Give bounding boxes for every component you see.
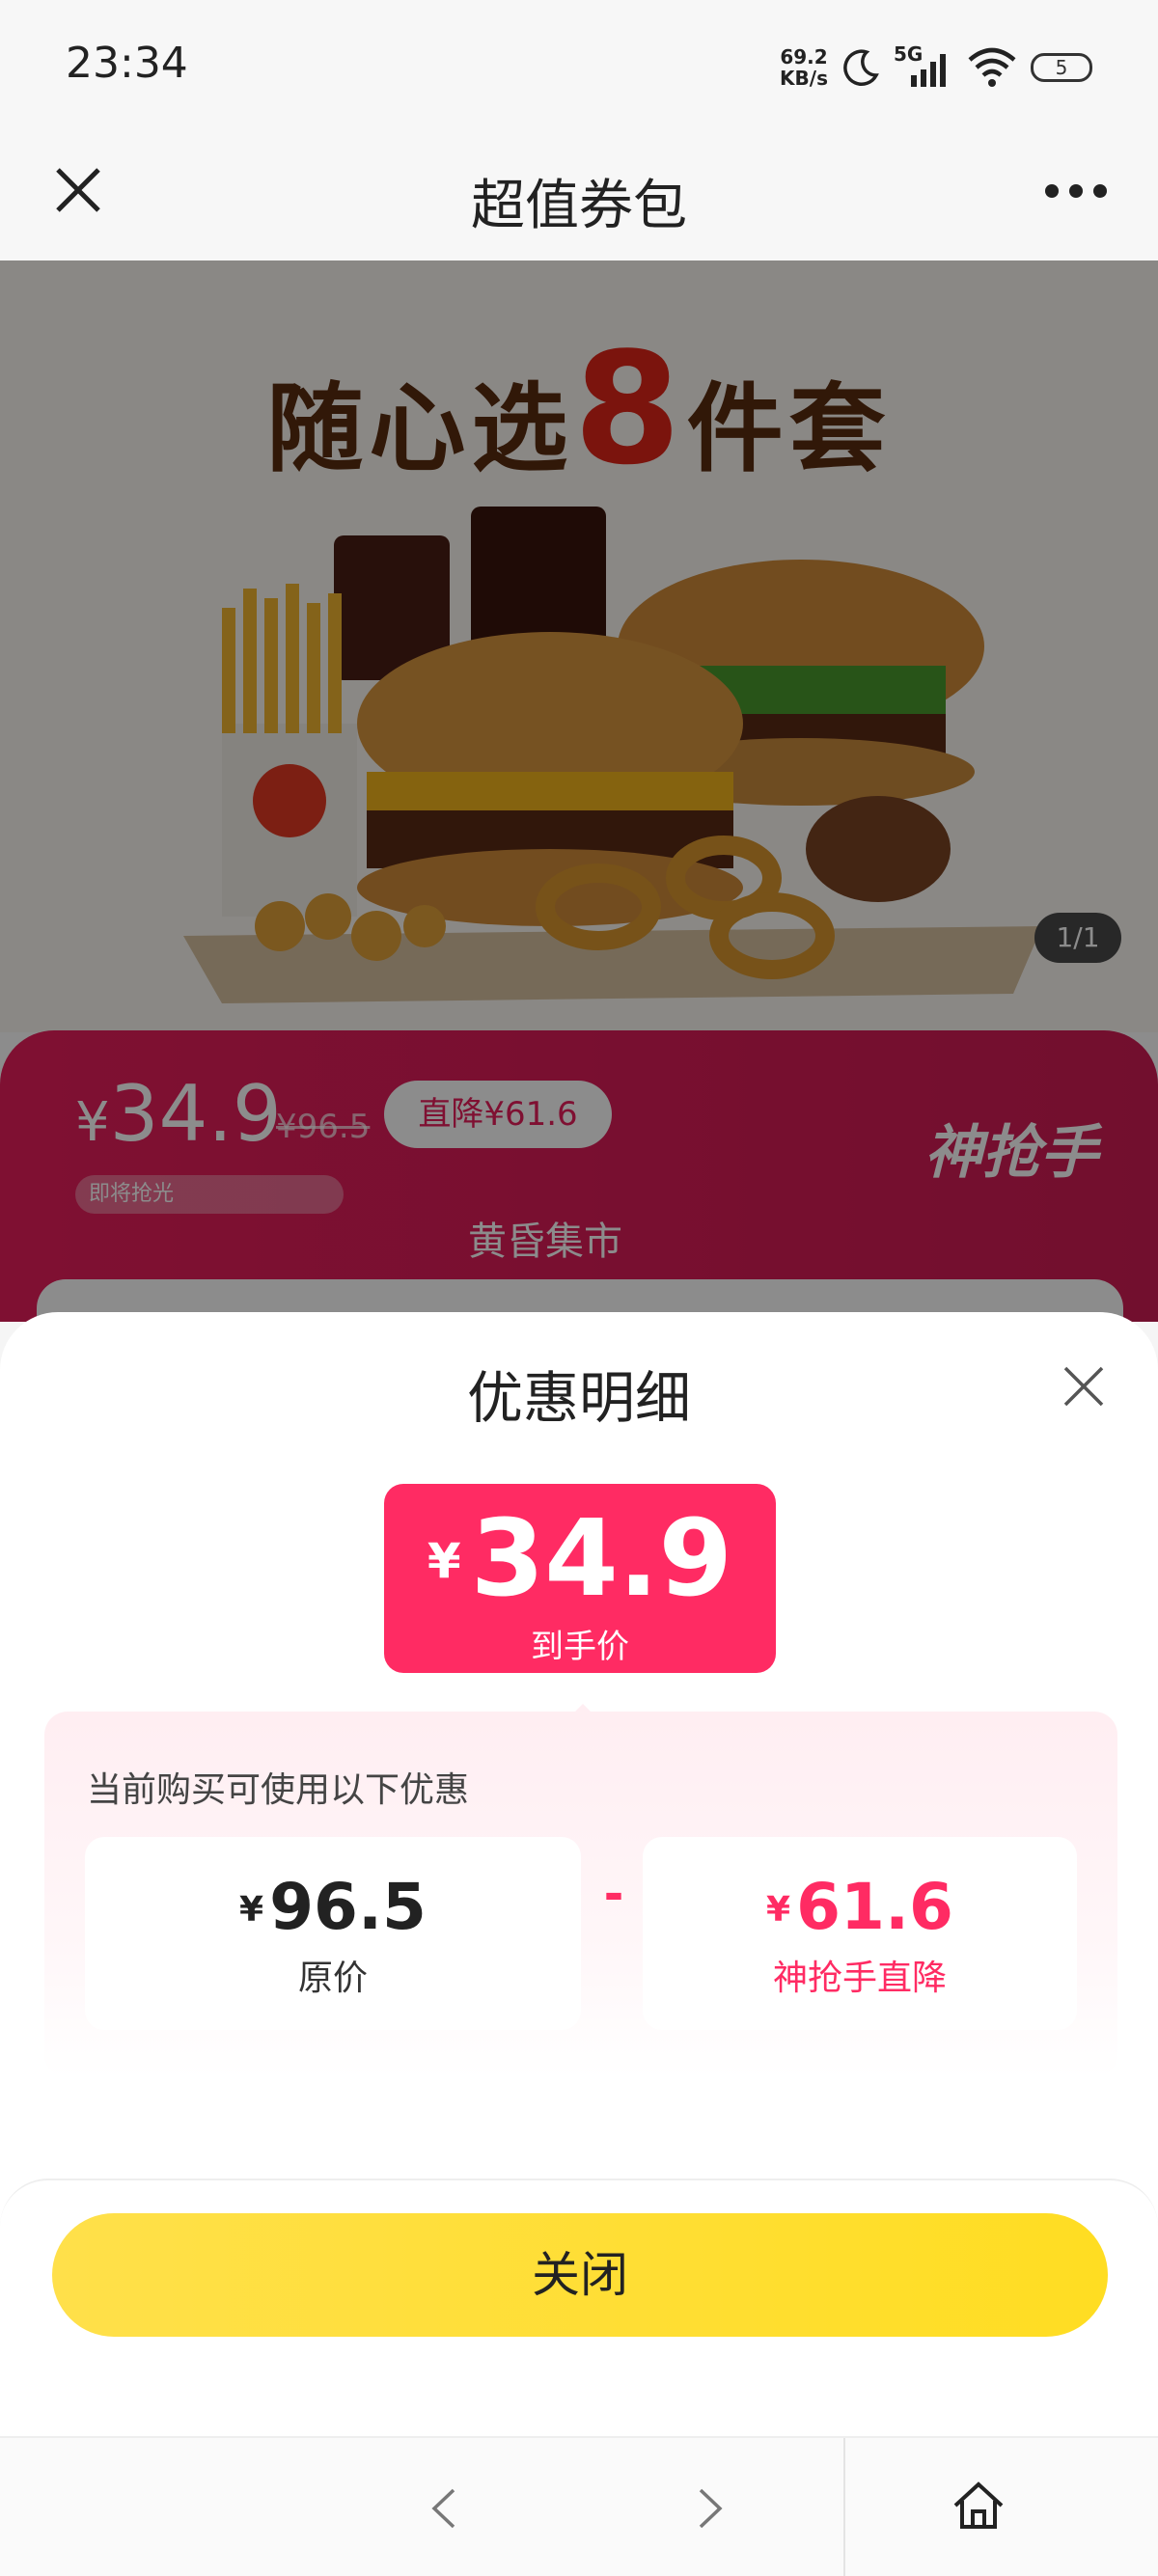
- minus-sign: -: [603, 1866, 624, 1922]
- status-time: 23:34: [66, 39, 188, 88]
- home-icon[interactable]: [951, 2479, 1006, 2533]
- status-bar: 23:34 69.2 KB/s 5G 5: [0, 0, 1158, 133]
- discount-label: 神抢手直降: [772, 1959, 947, 1998]
- discount-currency: ¥: [766, 1890, 791, 1930]
- status-icons: 69.2 KB/s 5G 5: [780, 39, 1092, 96]
- bottom-bar-divider: [843, 2438, 845, 2576]
- discount-panel: 当前购买可使用以下优惠 ¥96.5 原价 - ¥61.6 神抢手直降: [44, 1712, 1117, 2078]
- original-price-card: ¥96.5 原价: [85, 1837, 581, 2030]
- original-price-amount: 96.5: [269, 1870, 427, 1944]
- signal-icon: 5G: [894, 42, 953, 89]
- price-pointer: [564, 1704, 602, 1723]
- discount-caption: 当前购买可使用以下优惠: [87, 1770, 470, 1810]
- discount-value: ¥61.6: [643, 1870, 1077, 1944]
- final-price: ¥34.9: [384, 1505, 776, 1614]
- final-price-value: 34.9: [470, 1496, 733, 1620]
- discount-detail-sheet: 优惠明细 ¥34.9 到手价 当前购买可使用以下优惠 ¥96.5 原价 - ¥6…: [0, 1312, 1158, 2439]
- discount-amount: 61.6: [796, 1870, 953, 1944]
- wifi-icon: [968, 47, 1016, 87]
- nav-bar: 超值券包: [0, 133, 1158, 260]
- net-speed: 69.2 KB/s: [780, 46, 828, 89]
- modal-overlay[interactable]: [0, 260, 1158, 1322]
- forward-arrow-icon[interactable]: [691, 2484, 730, 2533]
- browser-bottom-bar: [0, 2436, 1158, 2576]
- original-price-currency: ¥: [239, 1890, 264, 1930]
- action-area: 关闭: [0, 2179, 1158, 2439]
- final-price-label: 到手价: [531, 1628, 629, 1666]
- net-speed-unit: KB/s: [780, 67, 828, 90]
- back-arrow-icon[interactable]: [425, 2484, 463, 2533]
- final-price-box: ¥34.9 到手价: [384, 1484, 776, 1673]
- discount-card: ¥61.6 神抢手直降: [643, 1837, 1077, 2030]
- net-speed-value: 69.2: [780, 45, 828, 69]
- original-price-value: ¥96.5: [85, 1870, 581, 1944]
- original-price-label: 原价: [297, 1959, 368, 1998]
- sheet-close-icon[interactable]: [1060, 1362, 1108, 1411]
- battery-icon: 5: [1031, 53, 1092, 82]
- close-button[interactable]: 关闭: [52, 2213, 1108, 2337]
- final-price-currency: ¥: [427, 1533, 461, 1589]
- sheet-title: 优惠明细: [466, 1365, 691, 1431]
- more-icon[interactable]: [1042, 172, 1110, 210]
- moon-icon: [843, 49, 879, 86]
- page-title: 超值券包: [471, 175, 687, 237]
